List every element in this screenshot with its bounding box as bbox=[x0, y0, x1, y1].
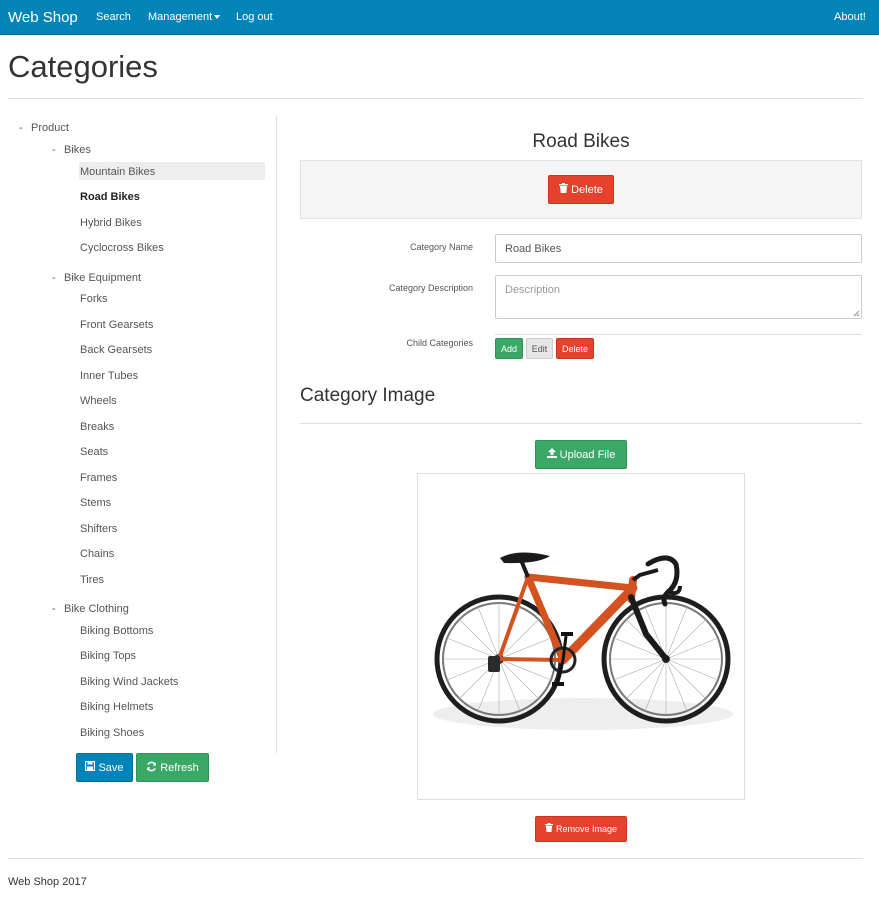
nav-search[interactable]: Search bbox=[96, 11, 131, 23]
collapse-toggle-product[interactable]: - bbox=[19, 122, 23, 134]
category-description-textarea[interactable]: Description bbox=[495, 275, 862, 319]
upload-file-button[interactable]: Upload File bbox=[535, 440, 627, 469]
refresh-icon bbox=[146, 761, 157, 775]
tree-item-back-gearsets[interactable]: Back Gearsets bbox=[80, 344, 152, 356]
footer-divider bbox=[8, 858, 863, 859]
page-title: Categories bbox=[8, 49, 158, 84]
tree-item-biking-bottoms[interactable]: Biking Bottoms bbox=[80, 625, 153, 637]
navbar: Web Shop Search Management Log out About… bbox=[0, 0, 879, 35]
tree-item-inner-tubes[interactable]: Inner Tubes bbox=[80, 370, 138, 382]
remove-image-label: Remove Image bbox=[555, 824, 618, 834]
tree-item-cyclocross-bikes[interactable]: Cyclocross Bikes bbox=[80, 242, 164, 254]
tree-item-forks[interactable]: Forks bbox=[80, 293, 108, 305]
collapse-toggle-bike-clothing[interactable]: - bbox=[52, 603, 56, 615]
edit-child-button[interactable]: Edit bbox=[526, 338, 553, 359]
delete-category-label: Delete bbox=[571, 183, 603, 196]
nav-about[interactable]: About! bbox=[834, 11, 866, 23]
collapse-toggle-bike-equipment[interactable]: - bbox=[52, 272, 56, 284]
upload-file-label: Upload File bbox=[559, 448, 616, 461]
brand-link[interactable]: Web Shop bbox=[8, 9, 78, 26]
tree-item-bikes[interactable]: Bikes bbox=[64, 144, 91, 156]
caret-down-icon bbox=[214, 15, 221, 20]
category-image-title: Category Image bbox=[300, 385, 436, 406]
tree-divider bbox=[276, 116, 277, 753]
tree-item-biking-shoes[interactable]: Biking Shoes bbox=[80, 727, 144, 739]
tree-item-mountain-bikes[interactable]: Mountain Bikes bbox=[79, 162, 265, 180]
tree-item-seats[interactable]: Seats bbox=[80, 446, 108, 458]
tree-item-shifters[interactable]: Shifters bbox=[80, 523, 117, 535]
footer-text: Web Shop 2017 bbox=[8, 876, 87, 888]
collapse-toggle-bikes[interactable]: - bbox=[52, 144, 56, 156]
tree-item-frames[interactable]: Frames bbox=[80, 472, 117, 484]
child-categories-divider bbox=[495, 334, 862, 335]
road-bike-image bbox=[433, 552, 733, 730]
tree-item-front-gearsets[interactable]: Front Gearsets bbox=[80, 319, 153, 331]
tree-item-bike-equipment[interactable]: Bike Equipment bbox=[64, 272, 141, 284]
add-child-button[interactable]: Add bbox=[495, 338, 523, 359]
image-section-divider bbox=[300, 423, 862, 424]
category-description-label: Category Description bbox=[388, 283, 473, 293]
nav-management-label: Management bbox=[148, 11, 213, 23]
tree-item-product[interactable]: Product bbox=[31, 122, 69, 134]
tree-item-road-bikes[interactable]: Road Bikes bbox=[80, 191, 140, 203]
child-categories-label: Child Categories bbox=[406, 338, 473, 348]
tree-item-breaks[interactable]: Breaks bbox=[80, 421, 114, 433]
floppy-disk-icon bbox=[85, 760, 96, 774]
delete-child-button[interactable]: Delete bbox=[556, 338, 594, 359]
refresh-button-label: Refresh bbox=[160, 761, 199, 774]
tree-item-tires[interactable]: Tires bbox=[80, 574, 104, 586]
tree-item-hybrid-bikes[interactable]: Hybrid Bikes bbox=[80, 217, 142, 229]
nav-management[interactable]: Management bbox=[148, 11, 221, 23]
category-image-frame bbox=[417, 473, 745, 800]
tree-item-biking-wind-jackets[interactable]: Biking Wind Jackets bbox=[80, 676, 178, 688]
category-name-label: Category Name bbox=[409, 242, 473, 252]
upload-icon bbox=[546, 448, 557, 461]
tree-item-wheels[interactable]: Wheels bbox=[80, 395, 117, 407]
nav-logout[interactable]: Log out bbox=[236, 11, 273, 23]
save-button-label: Save bbox=[98, 761, 124, 774]
tree-item-biking-tops[interactable]: Biking Tops bbox=[80, 650, 136, 662]
tree-item-chains[interactable]: Chains bbox=[80, 548, 114, 560]
title-divider bbox=[8, 98, 863, 99]
delete-category-button[interactable]: Delete bbox=[548, 175, 614, 204]
trash-icon bbox=[559, 183, 569, 196]
remove-image-button[interactable]: Remove Image bbox=[535, 816, 627, 842]
tree-item-stems[interactable]: Stems bbox=[80, 497, 111, 509]
resize-handle-icon[interactable] bbox=[853, 310, 860, 317]
detail-title: Road Bikes bbox=[532, 131, 630, 152]
tree-item-bike-clothing[interactable]: Bike Clothing bbox=[64, 603, 129, 615]
save-button[interactable]: Save bbox=[76, 753, 133, 782]
tree-item-biking-helmets[interactable]: Biking Helmets bbox=[80, 701, 153, 713]
category-name-input[interactable]: Road Bikes bbox=[495, 234, 862, 263]
trash-icon bbox=[544, 823, 553, 835]
refresh-button[interactable]: Refresh bbox=[136, 753, 209, 782]
